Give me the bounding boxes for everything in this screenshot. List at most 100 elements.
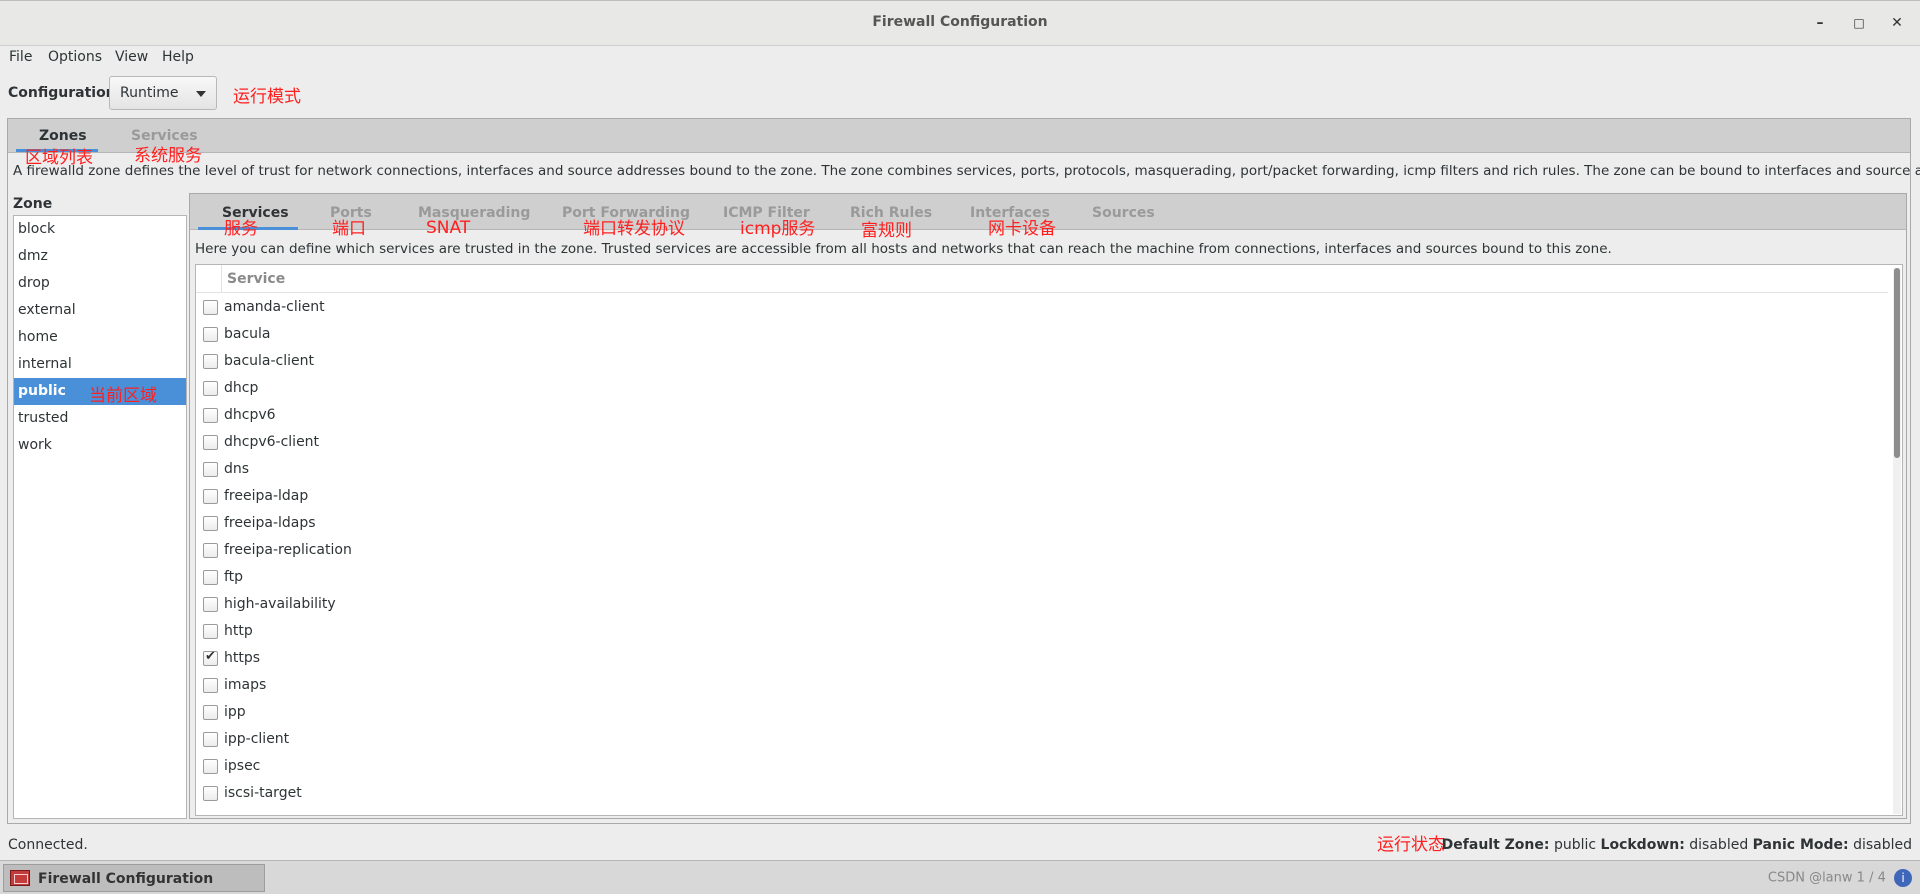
service-name: amanda-client [224, 299, 325, 315]
menu-options[interactable]: Options [48, 49, 102, 65]
zone-item-dmz[interactable]: dmz [14, 243, 186, 270]
service-row[interactable]: iscsi-target [196, 781, 1886, 808]
service-checkbox[interactable] [203, 649, 218, 666]
service-row[interactable]: ipp [196, 700, 1886, 727]
window-title: Firewall Configuration [872, 14, 1048, 30]
default-zone-label: Default Zone: [1441, 837, 1550, 853]
service-checkbox[interactable] [203, 624, 218, 639]
service-row[interactable]: dhcpv6 [196, 403, 1886, 430]
zone-item-internal[interactable]: internal [14, 351, 186, 378]
info-icon[interactable]: i [1894, 869, 1912, 887]
service-row[interactable]: freeipa-ldaps [196, 511, 1886, 538]
main-notebook: Zones Services 区域列表 系统服务 A firewalld zon… [7, 118, 1920, 824]
service-checkbox[interactable] [203, 435, 218, 450]
annotation-ports: 端口 [332, 219, 366, 239]
panic-mode-label: Panic Mode: [1752, 837, 1849, 853]
service-row[interactable]: imaps [196, 673, 1886, 700]
services-description: Here you can define which services are t… [195, 241, 1612, 257]
workspace-indicator[interactable]: 1 / 4 [1857, 871, 1886, 886]
annotation-run-mode: 运行模式 [233, 87, 301, 107]
taskbar: Firewall Configuration CSDN @lanw 1 / 4 … [0, 860, 1920, 894]
service-column-header[interactable]: Service [227, 271, 285, 287]
zone-item-trusted[interactable]: trusted [14, 405, 186, 432]
services-list[interactable]: Service amanda-client bacula bacula-client… [195, 264, 1903, 816]
service-row[interactable]: ipp-client [196, 727, 1886, 754]
minimize-button[interactable]: – [1810, 13, 1830, 33]
service-checkbox[interactable] [203, 786, 218, 801]
service-name: ipsec [224, 758, 261, 774]
service-name: ipp [224, 704, 246, 720]
service-checkbox[interactable] [203, 462, 218, 477]
service-name: dhcp [224, 380, 259, 396]
service-name: imaps [224, 677, 267, 693]
connection-status: Connected. [8, 837, 88, 853]
service-checkbox[interactable] [203, 381, 218, 396]
service-row[interactable]: freeipa-replication [196, 538, 1886, 565]
service-row[interactable]: ftp [196, 565, 1886, 592]
services-scrollbar[interactable] [1893, 268, 1901, 814]
zone-item-external[interactable]: external [14, 297, 186, 324]
chevron-down-icon [196, 91, 206, 97]
service-checkbox[interactable] [203, 516, 218, 531]
zone-list-header: Zone [13, 196, 53, 212]
configuration-label: Configuration: [8, 85, 122, 101]
service-checkbox[interactable] [203, 759, 218, 774]
tab-sources[interactable]: Sources [1092, 205, 1155, 221]
configuration-dropdown[interactable]: Runtime [109, 76, 217, 110]
service-checkbox[interactable] [203, 354, 218, 369]
service-checkbox[interactable] [203, 327, 218, 342]
taskbar-item-firewall[interactable]: Firewall Configuration [3, 864, 265, 892]
service-name: dns [224, 461, 250, 477]
service-row[interactable]: bacula-client [196, 349, 1886, 376]
window-titlebar: Firewall Configuration – □ ✕ [0, 0, 1920, 46]
service-name: dhcpv6 [224, 407, 276, 423]
service-row[interactable]: amanda-client [196, 295, 1886, 322]
zone-description: A firewalld zone defines the level of tr… [13, 163, 1920, 179]
service-row[interactable]: dns [196, 457, 1886, 484]
zone-item-work[interactable]: work [14, 432, 186, 459]
service-name: bacula-client [224, 353, 315, 369]
tab-zones[interactable]: Zones [39, 128, 87, 144]
service-name: http [224, 623, 253, 639]
service-row[interactable]: freeipa-ldap [196, 484, 1886, 511]
zone-item-block[interactable]: block [14, 216, 186, 243]
service-checkbox[interactable] [203, 678, 218, 693]
zone-item-home[interactable]: home [14, 324, 186, 351]
service-name: freeipa-replication [224, 542, 352, 558]
service-checkbox[interactable] [203, 300, 218, 315]
scrollbar-thumb[interactable] [1894, 268, 1900, 458]
annotation-snat: SNAT [426, 218, 471, 238]
zone-list[interactable]: block dmz drop external home internal pu… [13, 215, 187, 819]
service-name: high-availability [224, 596, 336, 612]
service-checkbox[interactable] [203, 705, 218, 720]
service-row[interactable]: dhcp [196, 376, 1886, 403]
service-checkbox[interactable] [203, 543, 218, 558]
service-row[interactable]: dhcpv6-client [196, 430, 1886, 457]
annotation-port-forwarding: 端口转发协议 [583, 219, 685, 239]
service-row[interactable]: bacula [196, 322, 1886, 349]
zone-settings-notebook: Services Ports Masquerading Port Forward… [189, 193, 1907, 819]
menu-help[interactable]: Help [162, 49, 194, 65]
menu-file[interactable]: File [9, 49, 32, 65]
top-tabbar: Zones Services [8, 119, 1910, 153]
service-checkbox[interactable] [203, 732, 218, 747]
services-list-header: Service [196, 265, 1888, 293]
zone-settings-tabbar: Services Ports Masquerading Port Forward… [190, 194, 1906, 241]
maximize-button[interactable]: □ [1849, 13, 1869, 33]
service-row[interactable]: https [196, 646, 1886, 673]
configuration-value: Runtime [120, 85, 179, 101]
taskbar-item-label: Firewall Configuration [38, 871, 214, 887]
service-checkbox[interactable] [203, 489, 218, 504]
service-row[interactable]: http [196, 619, 1886, 646]
service-checkbox[interactable] [203, 408, 218, 423]
service-row[interactable]: high-availability [196, 592, 1886, 619]
close-button[interactable]: ✕ [1887, 13, 1907, 33]
service-name: ipp-client [224, 731, 290, 747]
service-name: bacula [224, 326, 271, 342]
menu-view[interactable]: View [115, 49, 148, 65]
annotation-icmp: icmp服务 [740, 219, 816, 239]
zone-item-drop[interactable]: drop [14, 270, 186, 297]
service-checkbox[interactable] [203, 570, 218, 585]
service-row[interactable]: ipsec [196, 754, 1886, 781]
service-checkbox[interactable] [203, 597, 218, 612]
